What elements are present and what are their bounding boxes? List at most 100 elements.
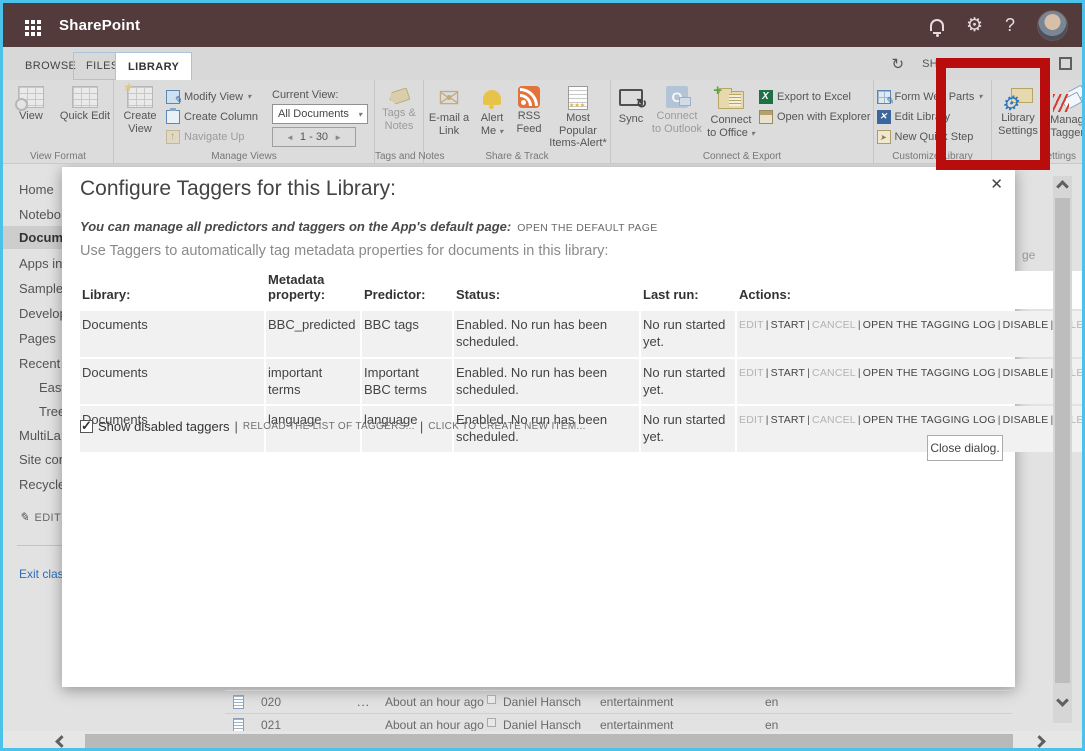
vertical-scrollbar[interactable] bbox=[1053, 176, 1072, 723]
view-icon bbox=[18, 86, 44, 108]
quick-edit-button[interactable]: Quick Edit bbox=[59, 84, 111, 123]
start-action[interactable]: START bbox=[771, 414, 805, 426]
tab-library[interactable]: LIBRARY bbox=[115, 52, 192, 80]
row-checkbox[interactable] bbox=[487, 695, 496, 704]
sidebar-item-notebook[interactable]: Notebo bbox=[19, 207, 61, 222]
user-avatar[interactable] bbox=[1037, 10, 1068, 41]
horizontal-scrollbar[interactable] bbox=[3, 731, 1082, 751]
col-header-metadata: Metadata property: bbox=[266, 271, 360, 309]
create-column-icon bbox=[166, 110, 180, 124]
close-dialog-button[interactable]: Close dialog. bbox=[927, 435, 1003, 461]
language-value: en bbox=[765, 695, 778, 709]
explorer-icon bbox=[759, 110, 773, 124]
close-icon[interactable]: ✕ bbox=[990, 175, 1003, 193]
pencil-icon: ✎ bbox=[19, 510, 29, 524]
sidebar-item-multilang[interactable]: MultiLa bbox=[19, 428, 61, 443]
category-value: entertainment bbox=[600, 695, 673, 709]
create-column-button[interactable]: Create Column bbox=[166, 108, 270, 125]
current-view-dropdown[interactable]: All Documents▾ bbox=[272, 104, 368, 124]
help-icon[interactable]: ? bbox=[1005, 15, 1015, 36]
modified-time: About an hour ago bbox=[385, 695, 484, 709]
horizontal-scrollbar-thumb[interactable] bbox=[85, 734, 1013, 748]
open-tagging-log-action[interactable]: OPEN THE TAGGING LOG bbox=[863, 414, 996, 426]
focus-on-content-icon[interactable] bbox=[1059, 57, 1072, 70]
edit-action[interactable]: EDIT bbox=[739, 319, 764, 331]
row-checkbox[interactable] bbox=[487, 718, 496, 727]
exit-classic-link[interactable]: Exit clas bbox=[19, 567, 64, 581]
cancel-action[interactable]: CANCEL bbox=[812, 414, 856, 426]
group-label-manage-views: Manage Views bbox=[114, 151, 374, 162]
tag-icon bbox=[387, 87, 410, 106]
sidebar-item-pages[interactable]: Pages bbox=[19, 331, 56, 346]
view-button[interactable]: View bbox=[5, 84, 57, 123]
cell-status: Enabled. No run has been scheduled. bbox=[454, 311, 639, 357]
email-link-button[interactable]: ✉ E-mail a Link bbox=[426, 84, 472, 137]
vertical-scrollbar-thumb[interactable] bbox=[1055, 198, 1070, 683]
col-header-actions: Actions: bbox=[737, 271, 1082, 309]
rss-feed-button[interactable]: RSS Feed bbox=[512, 84, 546, 135]
cell-lastrun: No run started yet. bbox=[641, 406, 735, 452]
open-default-page-link[interactable]: OPEN THE DEFAULT PAGE bbox=[517, 222, 657, 234]
scroll-left-icon[interactable] bbox=[55, 735, 68, 748]
settings-gear-icon[interactable]: ⚙ bbox=[966, 16, 983, 35]
most-popular-button[interactable]: Most Popular Items-Alert* bbox=[548, 84, 608, 150]
sidebar-item-site-contents[interactable]: Site con bbox=[19, 452, 66, 467]
cancel-action[interactable]: CANCEL bbox=[812, 367, 856, 379]
cell-lastrun: No run started yet. bbox=[641, 311, 735, 357]
ellipsis-menu-icon[interactable]: ... bbox=[357, 695, 370, 709]
disable-action[interactable]: DISABLE bbox=[1003, 319, 1049, 331]
reload-taggers-link[interactable]: RELOAD THE LIST OF TAGGERS... bbox=[243, 421, 415, 432]
modify-view-icon bbox=[166, 90, 180, 104]
open-tagging-log-action[interactable]: OPEN THE TAGGING LOG bbox=[863, 367, 996, 379]
refresh-icon[interactable]: ↻ bbox=[891, 55, 904, 73]
group-label-connect-export: Connect & Export bbox=[611, 151, 873, 162]
scroll-up-icon[interactable] bbox=[1056, 180, 1069, 193]
sidebar-item-home[interactable]: Home bbox=[19, 182, 54, 197]
show-disabled-checkbox[interactable] bbox=[80, 420, 93, 433]
start-action[interactable]: START bbox=[771, 367, 805, 379]
export-excel-button[interactable]: Export to Excel bbox=[759, 88, 871, 105]
sidebar-item-apps[interactable]: Apps in bbox=[19, 256, 62, 271]
manage-taggers-button[interactable]: Manage Taggers bbox=[1044, 84, 1085, 139]
modify-view-button[interactable]: Modify View▾ bbox=[166, 88, 270, 105]
excel-icon bbox=[759, 90, 773, 104]
edit-library-icon bbox=[877, 110, 891, 124]
cancel-action[interactable]: CANCEL bbox=[812, 319, 856, 331]
edit-action[interactable]: EDIT bbox=[739, 367, 764, 379]
edit-links-button[interactable]: ✎EDIT bbox=[19, 510, 61, 524]
current-view-label: Current View: bbox=[272, 88, 372, 101]
sidebar-item-develop[interactable]: Develop bbox=[19, 306, 67, 321]
sync-button[interactable]: Sync bbox=[613, 84, 649, 126]
alert-me-button[interactable]: Alert Me ▾ bbox=[474, 84, 510, 137]
tags-notes-button[interactable]: Tags & Notes bbox=[377, 84, 421, 132]
connect-office-button[interactable]: + Connect to Office ▾ bbox=[705, 84, 757, 139]
open-explorer-button[interactable]: Open with Explorer bbox=[759, 108, 871, 125]
rss-icon bbox=[518, 86, 540, 108]
start-action[interactable]: START bbox=[771, 319, 805, 331]
create-view-button[interactable]: ★ Create View bbox=[116, 84, 164, 135]
scroll-right-icon[interactable] bbox=[1033, 735, 1046, 748]
document-icon bbox=[233, 718, 244, 732]
disable-action[interactable]: DISABLE bbox=[1003, 414, 1049, 426]
sidebar-item-recent[interactable]: Recent bbox=[19, 356, 60, 371]
cell-predictor: Important BBC terms bbox=[362, 359, 452, 405]
sync-icon bbox=[619, 89, 643, 106]
open-tagging-log-action[interactable]: OPEN THE TAGGING LOG bbox=[863, 319, 996, 331]
notifications-bell-icon[interactable] bbox=[930, 19, 944, 31]
create-new-item-link[interactable]: CLICK TO CREATE NEW ITEM... bbox=[428, 421, 586, 432]
disable-action[interactable]: DISABLE bbox=[1003, 367, 1049, 379]
item-pager[interactable]: ◄1 - 30► bbox=[272, 127, 356, 147]
app-launcher-icon[interactable] bbox=[25, 20, 29, 24]
sidebar-item-recycle[interactable]: Recycle bbox=[19, 477, 65, 492]
ribbon-tab-row: BROWSE FILES LIBRARY ↻ SHARE ☆FOLLOW bbox=[3, 47, 1082, 80]
sidebar-item-documents[interactable]: Docum bbox=[19, 230, 63, 245]
pager-prev-icon[interactable]: ◄ bbox=[286, 133, 294, 142]
col-header-predictor: Predictor: bbox=[362, 271, 452, 309]
navigate-up-button[interactable]: Navigate Up bbox=[166, 128, 270, 145]
scroll-down-icon[interactable] bbox=[1056, 694, 1069, 707]
document-icon bbox=[233, 695, 244, 709]
connect-outlook-button[interactable]: O Connect to Outlook bbox=[651, 84, 703, 135]
envelope-icon: ✉ bbox=[438, 86, 460, 110]
edit-action[interactable]: EDIT bbox=[739, 414, 764, 426]
pager-next-icon[interactable]: ► bbox=[334, 133, 342, 142]
